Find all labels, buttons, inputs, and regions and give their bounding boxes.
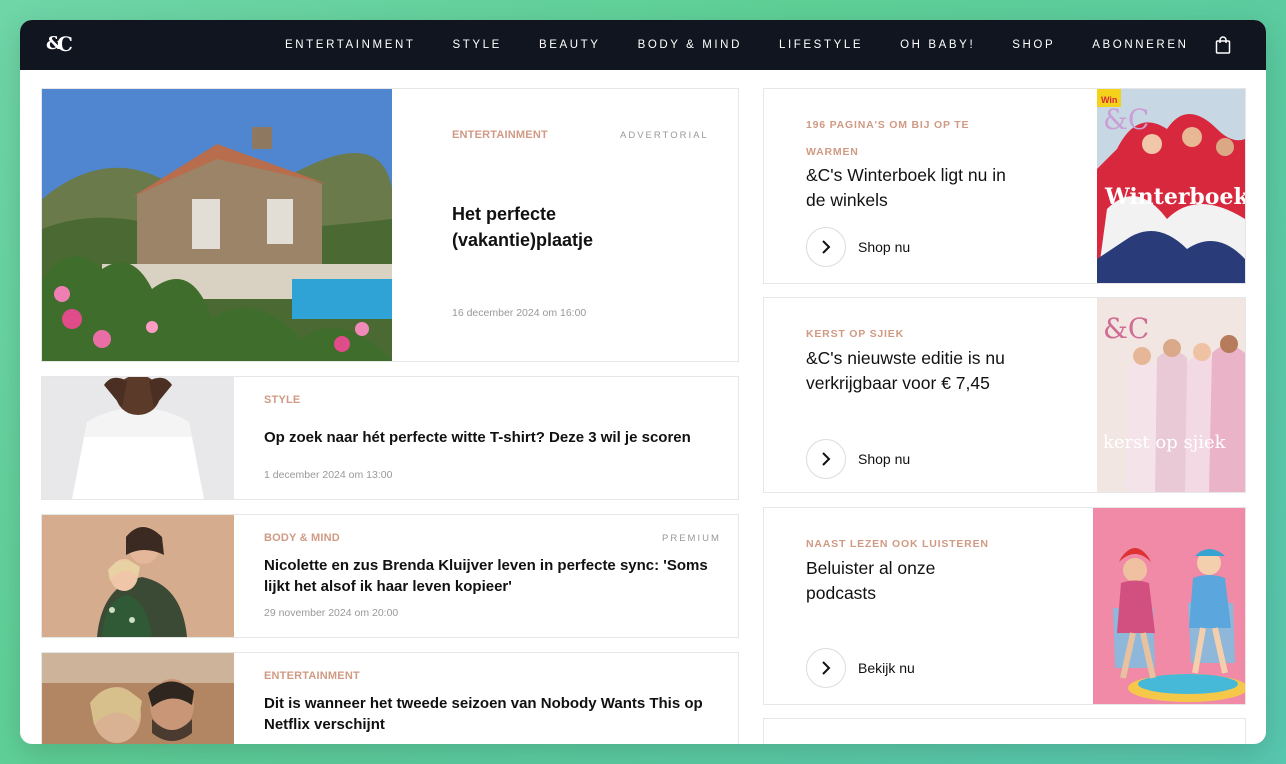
promo-card-kerst[interactable]: KERST OP SJIEK &C's nieuwste editie is n… bbox=[763, 297, 1246, 493]
cta-label: Shop nu bbox=[858, 451, 911, 467]
promo-category: KERST OP SJIEK bbox=[806, 328, 904, 340]
chevron-right-icon bbox=[806, 648, 846, 688]
cta-label: Shop nu bbox=[858, 239, 911, 255]
nav-item-shop[interactable]: SHOP bbox=[1012, 39, 1055, 51]
nav-item-lifestyle[interactable]: LIFESTYLE bbox=[779, 39, 863, 51]
browser-window: & C &C ENTERTAINMENT STYLE BEAUTY BODY &… bbox=[20, 20, 1266, 744]
article-date: 16 december 2024 om 16:00 bbox=[452, 307, 587, 319]
article-category[interactable]: STYLE bbox=[264, 394, 300, 406]
cta-label: Bekijk nu bbox=[858, 660, 915, 676]
nav-item-beauty[interactable]: BEAUTY bbox=[539, 39, 601, 51]
article-title[interactable]: Het perfecte (vakantie)plaatje bbox=[452, 201, 652, 253]
article-date: 29 november 2024 om 20:00 bbox=[264, 607, 399, 619]
brand-logo-icon: & C bbox=[46, 32, 74, 56]
magazine-cover-winterboek: Win &C Winterboek bbox=[1097, 89, 1245, 283]
promo-card-podcasts[interactable]: NAAST LEZEN OOK LUISTEREN Beluister al o… bbox=[763, 507, 1246, 705]
shop-now-button[interactable]: Shop nu bbox=[806, 227, 910, 267]
promo-title[interactable]: &C's Winterboek ligt nu in de winkels bbox=[806, 163, 1006, 213]
article-image-tshirt bbox=[42, 377, 234, 499]
nav-item-body-mind[interactable]: BODY & MIND bbox=[638, 39, 742, 51]
podcast-image bbox=[1093, 508, 1245, 704]
article-title[interactable]: Nicolette en zus Brenda Kluijver leven i… bbox=[264, 555, 734, 597]
promo-category: 196 PAGINA'S OM BIJ OP TE WARMEN bbox=[806, 119, 970, 158]
chevron-right-icon bbox=[806, 439, 846, 479]
chevron-right-icon bbox=[806, 227, 846, 267]
article-card[interactable]: ENTERTAINMENT Dit is wanneer het tweede … bbox=[41, 652, 739, 744]
cover-title: kerst op sjiek bbox=[1103, 432, 1227, 453]
nav-item-oh-baby[interactable]: OH BABY! bbox=[900, 39, 975, 51]
top-nav: & C &C ENTERTAINMENT STYLE BEAUTY BODY &… bbox=[20, 20, 1266, 70]
article-category[interactable]: ENTERTAINMENT bbox=[264, 670, 360, 682]
article-card[interactable]: BODY & MIND PREMIUM Nicolette en zus Bre… bbox=[41, 514, 739, 638]
article-category[interactable]: ENTERTAINMENT bbox=[452, 129, 548, 141]
article-card-hero[interactable]: ENTERTAINMENT ADVERTORIAL Het perfecte (… bbox=[41, 88, 739, 362]
nav-item-entertainment[interactable]: ENTERTAINMENT bbox=[285, 39, 416, 51]
article-tag: ADVERTORIAL bbox=[620, 130, 709, 141]
nav-item-abonneren[interactable]: ABONNEREN bbox=[1092, 39, 1188, 51]
article-card[interactable]: STYLE Op zoek naar hét perfecte witte T-… bbox=[41, 376, 739, 500]
shopping-bag-icon[interactable] bbox=[1214, 36, 1232, 54]
view-now-button[interactable]: Bekijk nu bbox=[806, 648, 915, 688]
cover-brand: &C bbox=[1103, 103, 1149, 136]
article-date: 1 december 2024 om 13:00 bbox=[264, 469, 393, 481]
shop-now-button[interactable]: Shop nu bbox=[806, 439, 910, 479]
article-category[interactable]: BODY & MIND bbox=[264, 532, 340, 544]
promo-card-partial[interactable] bbox=[763, 718, 1246, 744]
article-tag: PREMIUM bbox=[662, 533, 721, 544]
promo-title[interactable]: &C's nieuwste editie is nu verkrijgbaar … bbox=[806, 346, 1006, 396]
nav-item-style[interactable]: STYLE bbox=[453, 39, 502, 51]
cover-title: Winterboek bbox=[1104, 184, 1245, 210]
promo-card-winterboek[interactable]: 196 PAGINA'S OM BIJ OP TE WARMEN &C's Wi… bbox=[763, 88, 1246, 284]
article-title[interactable]: Dit is wanneer het tweede seizoen van No… bbox=[264, 693, 734, 735]
article-title[interactable]: Op zoek naar hét perfecte witte T-shirt?… bbox=[264, 427, 724, 448]
promo-category: NAAST LEZEN OOK LUISTEREN bbox=[806, 538, 989, 550]
article-image-villa bbox=[42, 89, 392, 361]
cover-brand: &C bbox=[1103, 312, 1149, 345]
nav-menu: ENTERTAINMENT STYLE BEAUTY BODY & MIND L… bbox=[285, 20, 1226, 70]
logo[interactable]: & C &C bbox=[46, 29, 86, 61]
promo-title[interactable]: Beluister al onze podcasts bbox=[806, 556, 1006, 606]
svg-text:C: C bbox=[57, 32, 72, 55]
article-image-sisters bbox=[42, 515, 234, 637]
magazine-cover-kerst: &C kerst op sjiek bbox=[1097, 298, 1245, 492]
main-content: ENTERTAINMENT ADVERTORIAL Het perfecte (… bbox=[20, 70, 1266, 744]
article-image-netflix bbox=[42, 653, 234, 744]
